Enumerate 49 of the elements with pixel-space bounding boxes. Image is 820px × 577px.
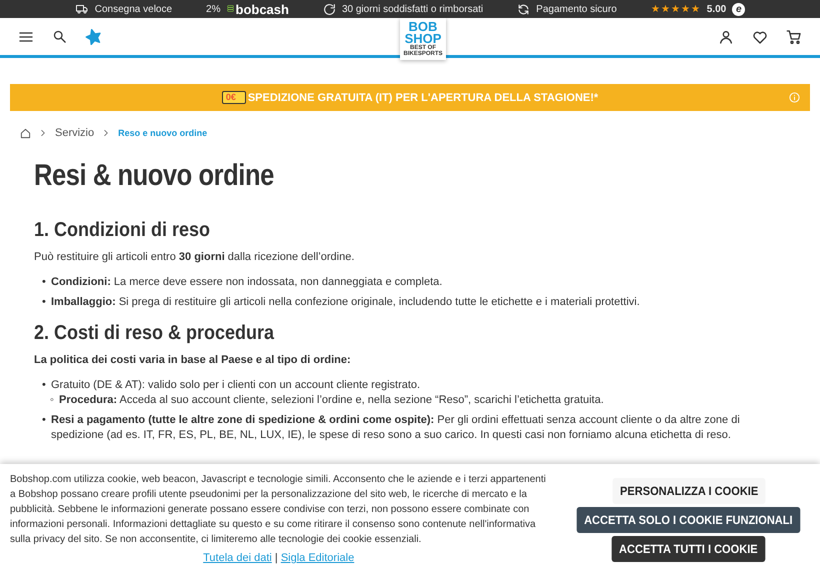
home-icon [20, 128, 31, 138]
star-button[interactable] [85, 28, 102, 45]
truck-icon [74, 3, 89, 15]
bullet: • [42, 378, 47, 393]
cookie-button[interactable]: ACCETTA TUTTI I COOKIE [612, 536, 766, 562]
user-icon [718, 28, 734, 44]
list-item-text: Gratuito (DE & AT): valido solo per i clienti con un account cliente registrato. [51, 378, 422, 393]
paragraph: Può restituire gli articoli entro 30 giorni dalla ricezione dell’ordine. [34, 250, 356, 265]
usp-text: Pagamento sicuro [536, 4, 617, 14]
bullet: • [42, 275, 47, 290]
coin-stack-icon [226, 2, 234, 14]
rating-score: 5.00 [706, 4, 726, 14]
breadcrumb-link[interactable]: Servizio [55, 127, 94, 139]
delivery-badge: 0€ [222, 91, 246, 104]
lead-text: La politica dei costi varia in base al Paese e al tipo di ordine: [34, 353, 352, 368]
refresh-icon [322, 2, 336, 16]
cookie-button[interactable]: PERSONALIZZA I COOKIE [612, 478, 766, 504]
sync-icon [517, 2, 530, 16]
list-item-text: Resi a pagamento (tutte le altre zone di spedizione & ordini come ospite): Per gli ordini effettuati senza account cliente o da altre zone di spedizione (ad es. IT, FR, ES, PL, BE, NL, LUX, IE), le spese di reso sono a suo carico. In questi casi non forniamo alcuna etichetta di reso. [51, 413, 741, 443]
chevron-icon [39, 129, 47, 137]
bullet: • [42, 295, 47, 310]
cookie-button[interactable]: ACCETTA SOLO I COOKIE FUNZIONALI [577, 507, 800, 533]
search-icon [52, 29, 67, 44]
section-heading: 1. Condizioni di reso [34, 219, 212, 242]
account-button[interactable] [718, 28, 734, 44]
trust-badge[interactable]: e [732, 2, 746, 16]
chevron-icon [102, 129, 110, 137]
cart-button[interactable] [786, 28, 802, 44]
promo-text: SPEDIZIONE GRATUITA (IT) PER L'APERTURA DELLA STAGIONE!* [248, 92, 598, 104]
star-icon [85, 28, 102, 45]
cashback-percent: 2% [206, 4, 220, 14]
search-button[interactable] [52, 29, 67, 44]
list-item-text: Procedura: Acceda al suo account cliente, selezioni l’ordine e, nella sezione “Reso”, scarichi l’etichetta gratuita. [59, 393, 605, 408]
info-icon [789, 92, 800, 103]
cookie-notice: Bobshop.com utilizza cookie, web beacon, Javascript e tecnologie simili. Acconsento che le aziende e i terzi appartenenti a Bobshop possano creare profili utente pseudonimi per la personalizzazione del sito web, le ricerche di mercato e la pubblicità. Sebbene le informazioni generate possano essere condivise con terzi, non possono essere combinate con informazioni personali. Informazioni dettagliate su questo e su come ritirare il consenso sono contenute nell'informativa sulla privacy del sito. Se non acconsentite, ci limiteremo alle tecnologie dei cookie essenziali. [10, 473, 547, 547]
section-heading: 2. Costi di reso & procedura [34, 322, 276, 345]
bullet: • [42, 413, 47, 428]
link-separator: | [274, 552, 278, 564]
wishlist-button[interactable] [752, 28, 768, 44]
cart-icon [786, 28, 802, 44]
usp-text: Consegna veloce [94, 4, 172, 14]
bullet: ◦ [50, 393, 55, 408]
page-title: Resi & nuovo ordine [34, 159, 275, 193]
list-item-text: Condizioni: La merce deve essere non indossata, non danneggiata e completa. [51, 275, 444, 290]
star-rating: ★★★★★ [650, 3, 701, 15]
list-item-text: Imballaggio: Si prega di restituire gli articoli nella confezione originale, includendo tutte le etichette e i materiali protettivi. [51, 295, 641, 310]
usp-text: 30 giorni soddisfatti o rimborsati [342, 4, 484, 14]
bobcash-logo: bobcash [226, 2, 289, 16]
heart-icon [752, 28, 768, 44]
